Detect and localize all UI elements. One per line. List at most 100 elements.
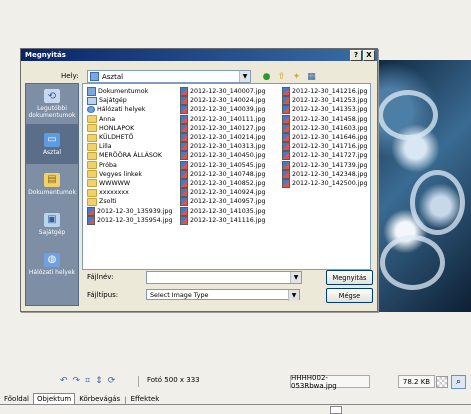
file-item[interactable]: 2012-12-30_140313.jpg xyxy=(180,142,266,152)
place-label: Sajátgép xyxy=(38,228,66,236)
file-item[interactable]: Zsolti xyxy=(87,197,173,206)
file-item[interactable]: 2012-12-30_141739.jpg xyxy=(282,160,368,170)
file-name: 2012-12-30_141716.jpg xyxy=(292,143,368,151)
file-item[interactable]: 2012-12-30_141458.jpg xyxy=(282,114,368,124)
file-name: Dokumentumok xyxy=(98,88,149,96)
places-bar: ⟲ Legutóbbi dokumentumok ▭ Asztal ▤ Doku… xyxy=(25,83,79,306)
file-item[interactable]: 2012-12-30_140852.jpg xyxy=(180,178,266,188)
file-name: 2012-12-30_135954.jpg xyxy=(97,216,173,224)
file-item[interactable]: 2012-12-30_141716.jpg xyxy=(282,142,368,152)
folder-icon xyxy=(87,115,97,124)
file-item[interactable]: MERÖÖRA ÁLLÁSOK xyxy=(87,151,173,160)
file-item[interactable]: Vegyes linkek xyxy=(87,170,173,179)
file-item[interactable]: 2012-12-30_135939.jpg xyxy=(87,206,173,216)
file-item[interactable]: 2012-12-30_140007.jpg xyxy=(180,87,266,97)
file-item[interactable]: WWWWW xyxy=(87,179,173,188)
place-recent-documents[interactable]: ⟲ Legutóbbi dokumentumok xyxy=(26,84,78,124)
file-name: 2012-12-30_140957.jpg xyxy=(190,198,266,206)
file-item[interactable]: Lilla xyxy=(87,142,173,151)
resize-icon[interactable]: ⇕ xyxy=(95,376,103,386)
file-item[interactable]: 2012-12-30_135954.jpg xyxy=(87,215,173,225)
folder-icon xyxy=(87,151,97,160)
file-item[interactable]: 2012-12-30_140127.jpg xyxy=(180,123,266,133)
chevron-down-icon[interactable]: ▼ xyxy=(239,71,250,82)
file-item[interactable]: 2012-12-30_141253.jpg xyxy=(282,96,368,106)
folder-icon xyxy=(87,161,97,170)
view-menu-icon[interactable]: ▦ xyxy=(306,71,317,82)
file-name: 2012-12-30_140111.jpg xyxy=(190,115,266,123)
file-item[interactable]: 2012-12-30_142500.jpg xyxy=(282,178,368,188)
place-documents[interactable]: ▤ Dokumentumok xyxy=(26,164,78,204)
chevron-down-icon[interactable]: ▼ xyxy=(290,272,301,283)
file-item[interactable]: 2012-12-30_140111.jpg xyxy=(180,114,266,124)
grid-icon[interactable] xyxy=(436,376,448,388)
file-item[interactable]: KÜLDHETŐ xyxy=(87,133,173,142)
place-desktop[interactable]: ▭ Asztal xyxy=(26,124,78,164)
refresh-icon[interactable]: ⟳ xyxy=(108,376,116,386)
open-button[interactable]: Megnyitás xyxy=(326,270,373,285)
tab-effects[interactable]: Effektek xyxy=(127,393,164,404)
up-folder-icon[interactable]: ⇧ xyxy=(276,71,287,82)
file-item[interactable]: 2012-12-30_140748.jpg xyxy=(180,169,266,179)
file-item[interactable]: Próba xyxy=(87,161,173,170)
file-name: 2012-12-30_135939.jpg xyxy=(97,207,173,215)
tab-home[interactable]: Főoldal xyxy=(0,393,33,404)
crop-icon[interactable]: ⌗ xyxy=(85,376,90,386)
file-item[interactable]: 2012-12-30_140924.jpg xyxy=(180,188,266,198)
file-name: xxxxxxxx xyxy=(99,189,129,197)
new-folder-icon[interactable]: ✦ xyxy=(291,71,302,82)
look-in-dropdown[interactable]: Asztal ▼ xyxy=(87,70,251,83)
file-item[interactable]: Hálózati helyek xyxy=(87,105,173,114)
image-file-icon xyxy=(282,133,290,143)
file-item[interactable]: 2012-12-30_140450.jpg xyxy=(180,151,266,161)
folder-icon xyxy=(87,197,97,206)
file-column-2: 2012-12-30_140007.jpg 2012-12-30_140024.j… xyxy=(180,87,266,225)
file-item[interactable]: HONLAPOK xyxy=(87,124,173,133)
place-network[interactable]: ◍ Hálózati helyek xyxy=(26,244,78,284)
close-button[interactable]: X xyxy=(363,49,375,61)
file-item[interactable]: Anna xyxy=(87,115,173,124)
zoom-icon[interactable]: ⌕ xyxy=(451,375,466,389)
image-file-icon xyxy=(282,151,290,161)
chevron-down-icon[interactable]: ▼ xyxy=(288,290,299,301)
filename-input[interactable]: ▼ xyxy=(146,271,302,284)
file-item[interactable]: 2012-12-30_140039.jpg xyxy=(180,105,266,115)
file-item[interactable]: 2012-12-30_141035.jpg xyxy=(180,206,266,216)
cancel-button[interactable]: Mégse xyxy=(326,288,373,303)
tab-crop[interactable]: Körbevágás xyxy=(75,393,124,404)
file-name: 2012-12-30_140039.jpg xyxy=(190,106,266,114)
file-item[interactable]: xxxxxxxx xyxy=(87,188,173,197)
file-item[interactable]: 2012-12-30_142348.jpg xyxy=(282,169,368,179)
file-list[interactable]: Dokumentumok Sajátgép Hálózati helyek Anna H… xyxy=(82,83,371,270)
file-item[interactable]: Dokumentumok xyxy=(87,87,173,97)
file-item[interactable]: 2012-12-30_141603.jpg xyxy=(282,123,368,133)
image-file-icon xyxy=(180,169,188,179)
file-item[interactable]: 2012-12-30_141727.jpg xyxy=(282,151,368,161)
rotate-left-icon[interactable]: ↶ xyxy=(60,376,68,386)
file-item[interactable]: 2012-12-30_140545.jpg xyxy=(180,160,266,170)
place-label: Dokumentumok xyxy=(28,188,76,196)
file-name: 2012-12-30_141353.jpg xyxy=(292,106,368,114)
file-item[interactable]: 2012-12-30_140214.jpg xyxy=(180,133,266,143)
image-file-icon xyxy=(180,206,188,216)
file-item[interactable]: 2012-12-30_141353.jpg xyxy=(282,105,368,115)
file-item[interactable]: 2012-12-30_141116.jpg xyxy=(180,215,266,225)
image-file-icon xyxy=(180,96,188,106)
file-item[interactable]: Sajátgép xyxy=(87,96,173,105)
image-file-icon xyxy=(282,96,290,106)
file-item[interactable]: 2012-12-30_140024.jpg xyxy=(180,96,266,106)
file-name: Anna xyxy=(99,115,116,123)
rotate-right-icon[interactable]: ↷ xyxy=(73,376,81,386)
filetype-dropdown[interactable]: Select Image Type ▼ xyxy=(146,289,300,301)
ribbon-checkbox[interactable] xyxy=(330,406,342,414)
place-computer[interactable]: ▣ Sajátgép xyxy=(26,204,78,244)
tab-object[interactable]: Objektum xyxy=(32,393,76,404)
back-icon[interactable]: ● xyxy=(261,71,272,82)
file-item[interactable]: 2012-12-30_141216.jpg xyxy=(282,87,368,97)
file-item[interactable]: 2012-12-30_141646.jpg xyxy=(282,133,368,143)
file-item[interactable]: 2012-12-30_140957.jpg xyxy=(180,197,266,207)
desktop-icon: ▭ xyxy=(44,132,60,147)
help-button[interactable]: ? xyxy=(350,49,362,61)
file-name: 2012-12-30_140127.jpg xyxy=(190,124,266,132)
folder-icon xyxy=(87,142,97,151)
